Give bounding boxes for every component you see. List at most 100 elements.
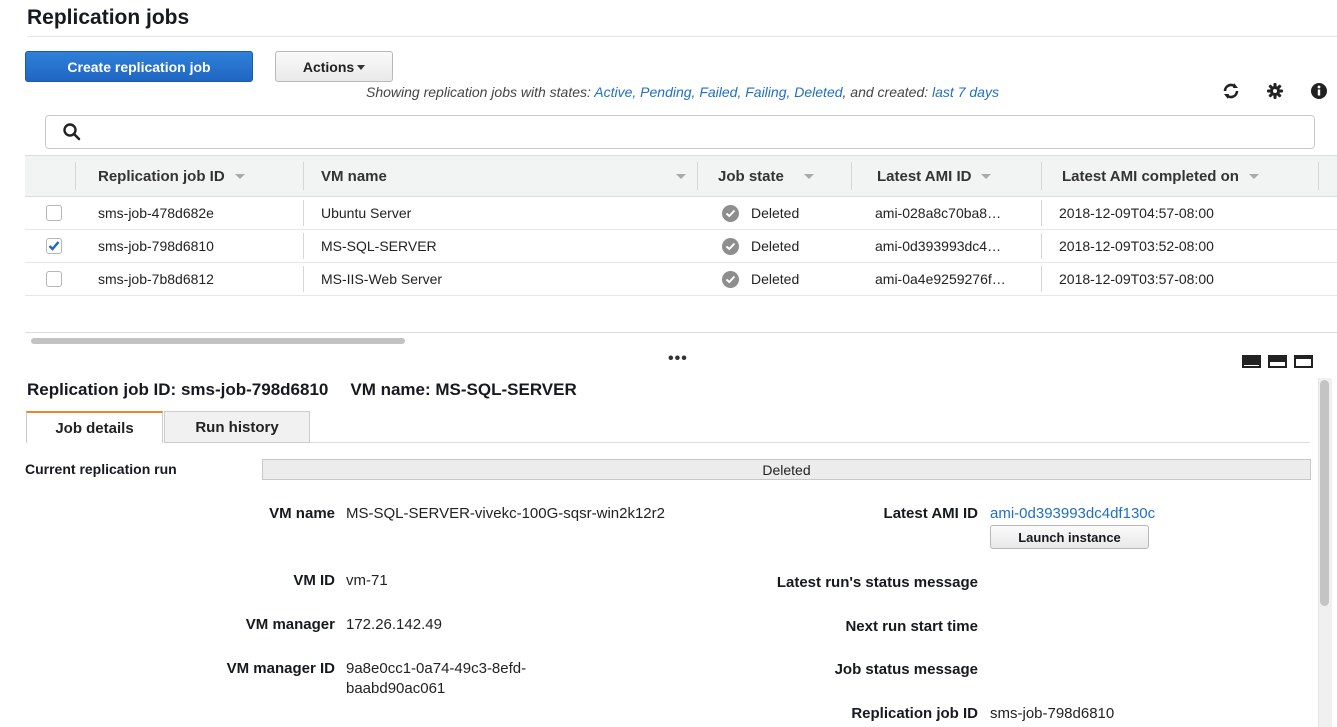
column-divider [303,162,304,190]
field-value: 172.26.142.49 [346,616,442,633]
cell-divider [303,233,304,259]
column-divider [1318,162,1319,190]
vertical-scroll-thumb[interactable] [1320,380,1329,606]
job-state-cell: Deleted [751,205,800,221]
vm-name-cell: MS-SQL-SERVER [321,238,437,254]
filter-period-link[interactable]: last 7 days [932,84,999,100]
table-row[interactable]: sms-job-478d682e Ubuntu Server Deleted a… [25,197,1337,230]
column-header-vm-name[interactable]: VM name [321,156,686,196]
cell-divider [1041,266,1042,292]
check-circle-icon [722,204,739,222]
field-label: VM ID [293,572,335,589]
row-checkbox[interactable] [46,271,62,287]
cell-divider [303,266,304,292]
chevron-down-icon [357,65,366,70]
completed-cell: 2018-12-09T03:57-08:00 [1059,271,1214,287]
refresh-icon[interactable] [1222,82,1240,100]
column-header-job-state[interactable]: Job state [718,156,850,196]
sort-icon [1248,173,1259,179]
column-label: Latest AMI ID [877,167,972,185]
column-divider [697,162,698,190]
row-checkbox[interactable] [46,205,62,221]
tab-job-details[interactable]: Job details [26,411,163,443]
column-label: Latest AMI completed on [1062,167,1239,185]
checkmark-icon [48,241,60,251]
ami-cell: ami-028a8c70ba8… [875,205,1002,221]
actions-dropdown-button[interactable]: Actions [275,51,393,82]
field-value: sms-job-798d6810 [990,705,1115,722]
field-label: Job status message [834,661,978,678]
column-header-job-id[interactable]: Replication job ID [98,156,303,196]
filter-prefix: Showing replication jobs with states: [366,84,595,100]
cell-divider [303,200,304,226]
filter-states-link[interactable]: Active, Pending, Failed, Failing, Delete… [594,84,842,100]
field-label: Latest run's status message [776,574,978,591]
job-state-cell: Deleted [751,271,800,287]
table-row[interactable]: sms-job-7b8d6812 MS-IIS-Web Server Delet… [25,263,1337,296]
create-button-label: Create replication job [67,58,211,75]
page-title: Replication jobs [27,6,190,29]
column-divider [75,162,76,190]
launch-instance-button[interactable]: Launch instance [990,525,1149,549]
field-value: 9a8e0cc1-0a74-49c3-8efd-baabd90ac061 [346,660,527,697]
cell-divider [1041,233,1042,259]
search-icon [62,122,82,142]
field-label: Next run start time [845,618,978,635]
column-divider [851,162,852,190]
ami-cell: ami-0d393993dc4… [875,238,1002,254]
cell-divider [1041,200,1042,226]
check-circle-icon [722,237,739,255]
actions-label: Actions [302,58,355,75]
sort-icon [234,173,245,179]
field-value: MS-SQL-SERVER-vivekc-100G-sqsr-win2k12r2 [346,505,665,522]
pane-layout-icon[interactable] [1242,355,1261,368]
pane-splitter-handle[interactable]: ••• [668,350,688,368]
detail-title: Replication job ID: sms-job-798d6810 VM n… [27,380,599,400]
column-label: Job state [718,167,784,185]
column-header-completed-on[interactable]: Latest AMI completed on [1062,156,1312,196]
filter-summary: Showing replication jobs with states: Ac… [366,84,999,100]
field-label: Latest AMI ID [883,505,978,522]
gear-icon[interactable] [1266,82,1284,100]
ami-cell: ami-0a4e9259276f… [875,271,1006,287]
detail-vm-name: VM name: MS-SQL-SERVER [350,380,577,399]
sort-icon [676,173,686,179]
column-header-latest-ami[interactable]: Latest AMI ID [877,156,1037,196]
column-label: VM name [321,167,387,185]
info-icon[interactable] [1310,82,1328,100]
job-id-cell: sms-job-7b8d6812 [98,271,214,287]
current-run-progress: Deleted [262,459,1311,480]
create-replication-job-button[interactable]: Create replication job [25,51,253,82]
filter-middle: , and created: [842,84,933,100]
sort-icon [981,173,992,179]
table-row[interactable]: sms-job-798d6810 MS-SQL-SERVER Deleted a… [25,230,1337,263]
column-label: Replication job ID [98,167,225,185]
search-input[interactable] [45,115,1315,149]
check-circle-icon [722,270,739,288]
job-id-cell: sms-job-478d682e [98,205,214,221]
tab-run-history[interactable]: Run history [164,411,310,443]
pane-layout-icon[interactable] [1268,355,1287,368]
pane-layout-icon[interactable] [1294,355,1313,368]
job-state-cell: Deleted [751,238,800,254]
column-divider [1041,162,1042,190]
detail-job-id: Replication job ID: sms-job-798d6810 [27,380,329,399]
vm-name-cell: MS-IIS-Web Server [321,271,443,287]
current-run-value: Deleted [762,461,811,478]
table-header: Replication job ID VM name Job state Lat… [25,155,1337,197]
field-label: Replication job ID [851,705,978,722]
latest-ami-link[interactable]: ami-0d393993dc4df130c [990,504,1155,524]
field-label: VM manager [245,616,335,633]
horizontal-scroll-thumb[interactable] [31,338,405,344]
row-checkbox-checked[interactable] [46,238,62,254]
field-label: VM name [269,505,335,522]
job-id-cell: sms-job-798d6810 [98,238,214,254]
sort-icon [803,173,814,179]
launch-button-label: Launch instance [1018,529,1121,545]
completed-cell: 2018-12-09T03:52-08:00 [1059,238,1214,254]
title-divider [27,36,1337,37]
field-value: vm-71 [346,572,388,589]
field-label: VM manager ID [226,660,335,677]
current-run-label: Current replication run [25,461,177,477]
tab-divider [310,442,1310,443]
